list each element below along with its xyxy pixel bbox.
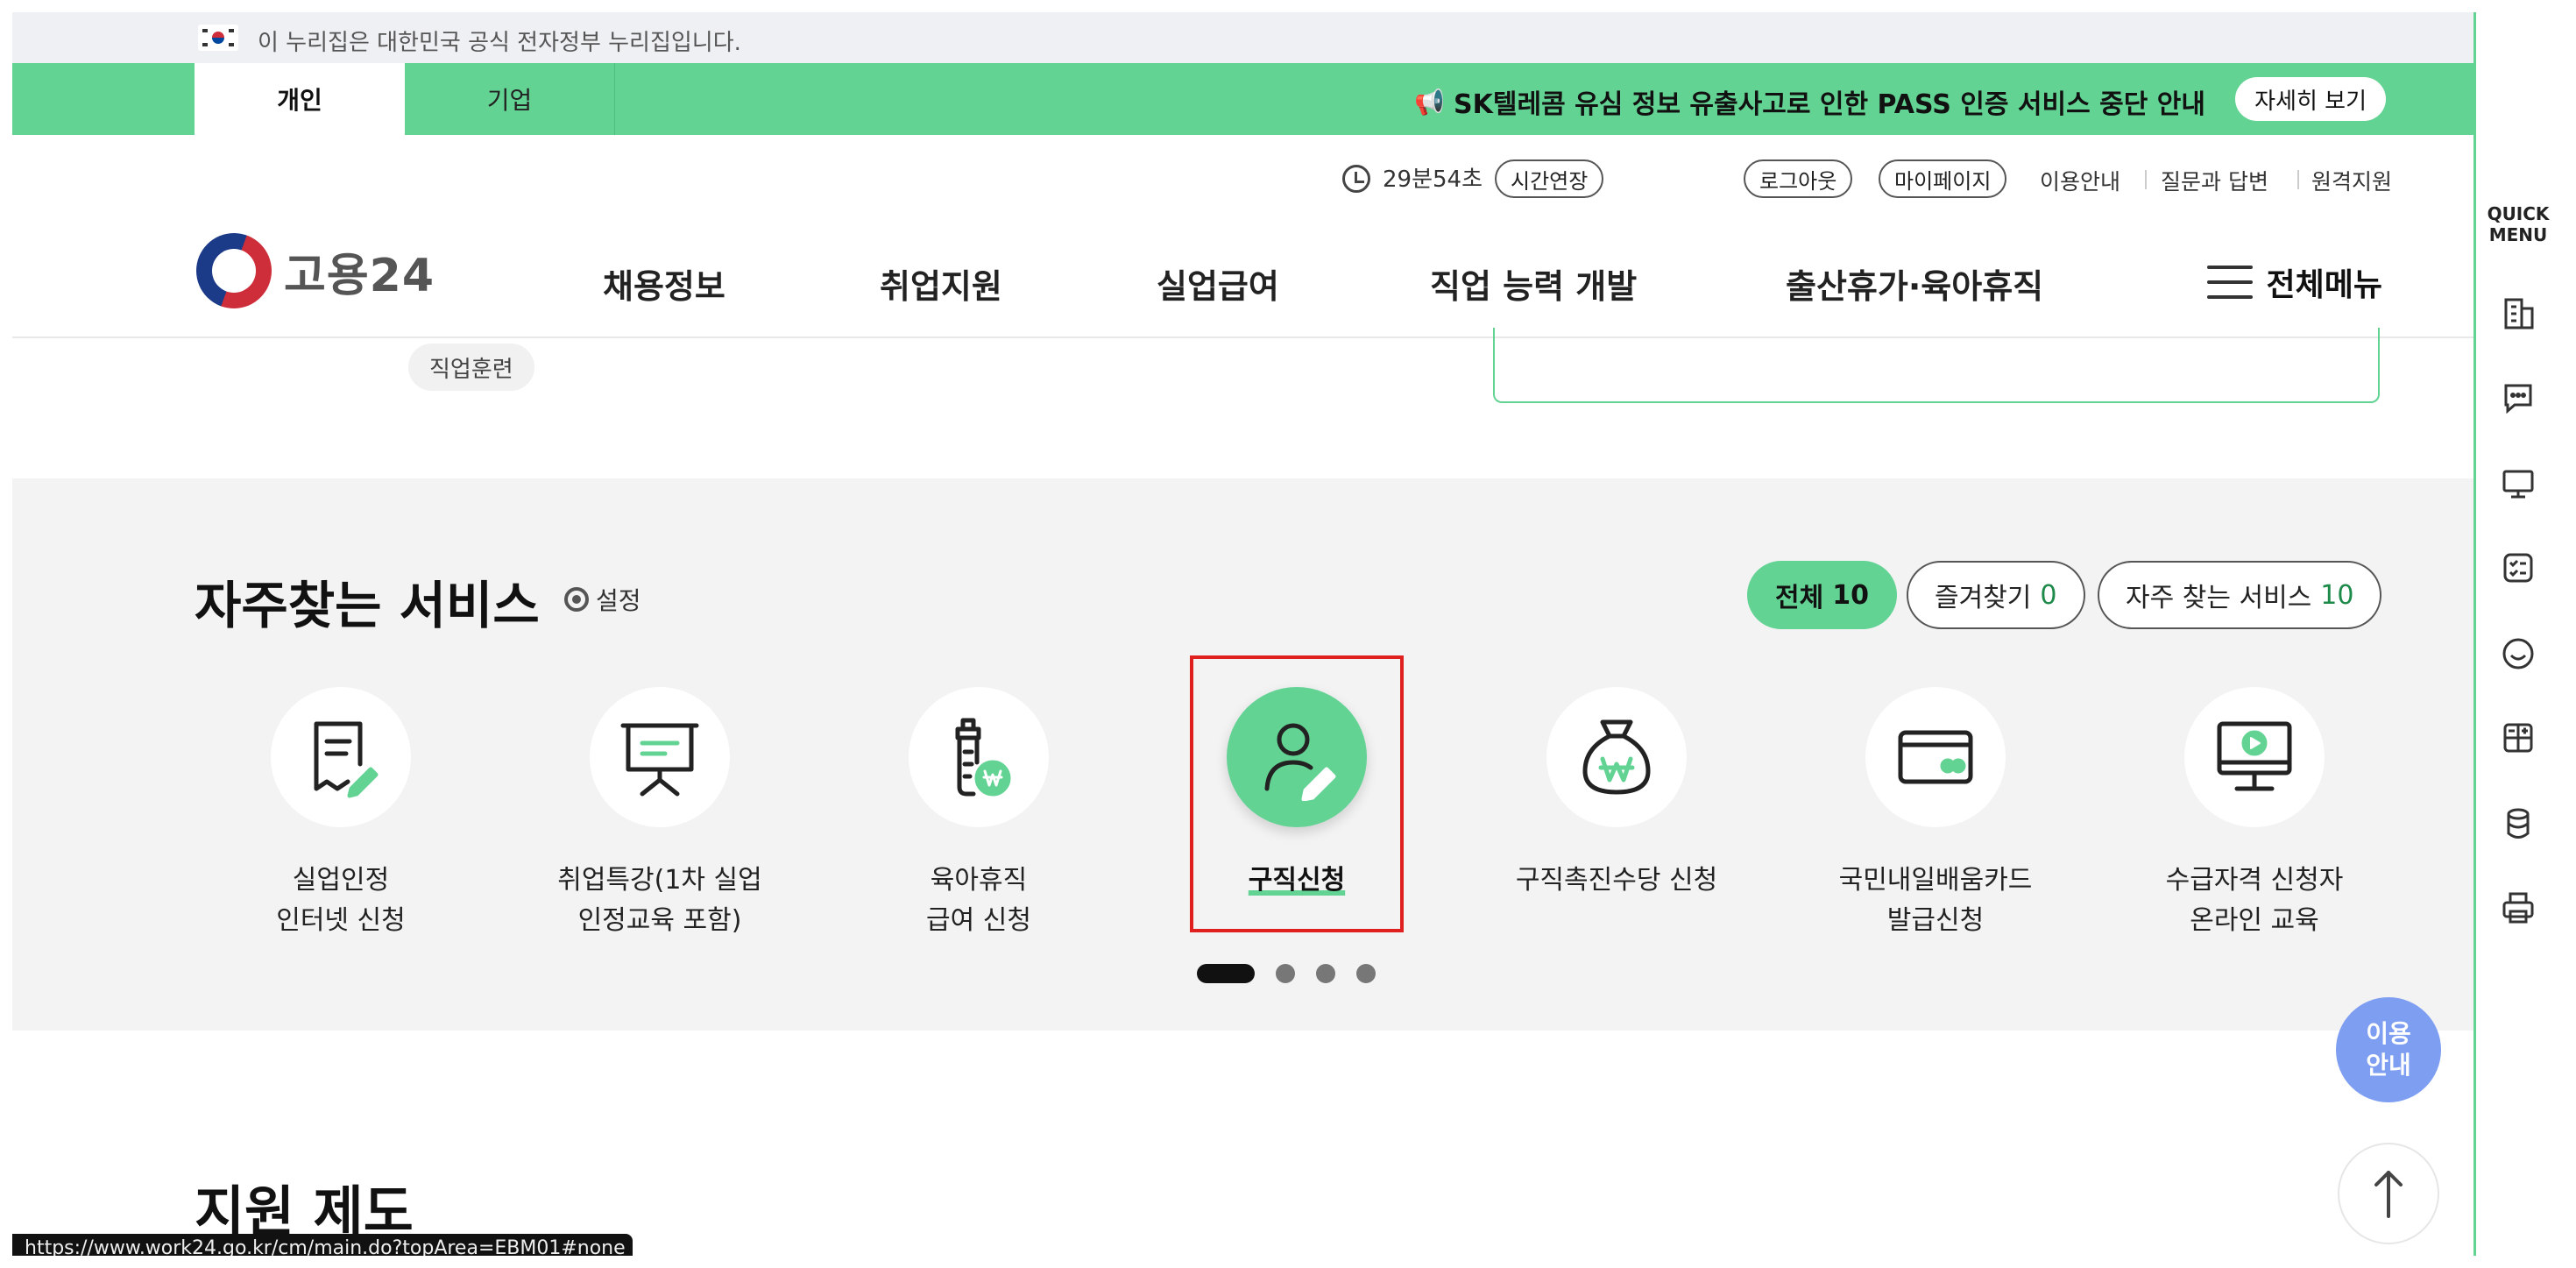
mypage-button[interactable]: 마이페이지 [1879, 159, 2007, 198]
gov-banner-text: 이 누리집은 대한민국 공식 전자정부 누리집입니다. [258, 30, 741, 56]
baby-bottle-won-icon [955, 718, 1011, 797]
service-icon-circle [590, 687, 730, 827]
nav-item-jobs[interactable]: 채용정보 [603, 259, 725, 308]
presentation-board-icon [620, 723, 699, 797]
service-icon-circle [271, 687, 411, 827]
filter-label: 자주 찾는 서비스 [2126, 583, 2312, 613]
checklist-icon[interactable] [2501, 550, 2536, 585]
monitor-play-icon [2217, 721, 2292, 791]
util-link-remote[interactable]: 원격지원 [2311, 165, 2392, 196]
gear-icon [564, 587, 589, 612]
filter-all[interactable]: 전체 10 [1747, 561, 1897, 629]
service-label: 수급자격 신청자 온라인 교육 [2165, 865, 2344, 936]
page: 이 누리집은 대한민국 공식 전자정부 누리집입니다. 개인 기업 📢 SK텔레… [12, 12, 2486, 1256]
service-label: 실업인정 인터넷 신청 [276, 865, 406, 936]
session-timer: 29분54초 [1383, 166, 1483, 193]
document-edit-icon [314, 721, 379, 798]
megaphone-icon: 📢 [1414, 87, 1446, 117]
filter-frequent[interactable]: 자주 찾는 서비스 10 [2098, 561, 2382, 629]
arrow-up-icon [2374, 1171, 2403, 1218]
service-job-seeking-allowance[interactable]: 구직촉진수당 신청 [1507, 687, 1726, 901]
smile-icon[interactable] [2501, 636, 2536, 671]
service-training-card[interactable]: 국민내일배움카드 발급신청 [1826, 687, 2045, 941]
nav-item-vocational-training[interactable]: 직업 능력 개발 [1430, 259, 1637, 308]
building-icon[interactable] [2501, 296, 2536, 331]
content-box [1493, 328, 2380, 403]
service-icon-circle [1546, 687, 1687, 827]
calculator-icon[interactable] [2501, 720, 2536, 755]
frequent-services-section: 자주찾는 서비스 설정 전체 10 즐겨찾기 0 자주 찾는 서비스 10 실업… [12, 478, 2486, 1031]
notice[interactable]: 📢 SK텔레콤 유심 정보 유출사고로 인한 PASS 인증 서비스 중단 안내 [1414, 82, 2205, 121]
notice-detail-button[interactable]: 자세히 보기 [2235, 77, 2386, 121]
filter-count: 10 [1832, 579, 1869, 611]
logout-button[interactable]: 로그아웃 [1744, 159, 1853, 198]
top-bar: 개인 기업 📢 SK텔레콤 유심 정보 유출사고로 인한 PASS 인증 서비스… [12, 63, 2486, 135]
notice-text: SK텔레콤 유심 정보 유출사고로 인한 PASS 인증 서비스 중단 안내 [1454, 89, 2205, 120]
service-employment-lecture[interactable]: 취업특강(1차 실업 인정교육 포함) [550, 687, 769, 941]
service-label: 국민내일배움카드 발급신청 [1838, 865, 2033, 936]
section-title: 자주찾는 서비스 [195, 576, 540, 635]
divider [2145, 170, 2147, 189]
service-icon-circle [909, 687, 1049, 827]
tag-vocational-training[interactable]: 직업훈련 [408, 344, 534, 391]
service-icon-circle [2184, 687, 2325, 827]
service-label: 구직촉진수당 신청 [1515, 865, 1718, 896]
selection-highlight [1190, 655, 1404, 932]
scroll-top-button[interactable] [2338, 1143, 2439, 1244]
util-link-faq[interactable]: 질문과 답변 [2161, 165, 2268, 196]
monitor-icon[interactable] [2501, 466, 2536, 501]
util-link-guide[interactable]: 이용안내 [2040, 165, 2120, 196]
settings-label: 설정 [596, 586, 641, 615]
logo-icon [196, 233, 272, 308]
service-icon-circle [1865, 687, 2006, 827]
filter-count: 10 [2320, 579, 2354, 611]
filter-label: 즐겨찾기 [1935, 583, 2032, 613]
guide-label: 이용 안내 [2366, 1019, 2411, 1080]
settings-button[interactable]: 설정 [564, 582, 641, 617]
status-bar-url: https://www.work24.go.kr/cm/main.do?topA… [12, 1234, 633, 1256]
printer-icon[interactable] [2501, 890, 2536, 925]
all-menu-label: 전체메뉴 [2266, 267, 2382, 303]
site-logo[interactable]: 고용24 [196, 233, 435, 308]
quick-menu-title: QUICK MENU [2487, 203, 2550, 245]
clock-icon [1342, 165, 1370, 193]
divider [2297, 170, 2299, 189]
carousel-dot-1[interactable] [1197, 964, 1255, 983]
nav-item-unemployment-benefits[interactable]: 실업급여 [1157, 259, 1279, 308]
filter-label: 전체 [1775, 583, 1824, 613]
filter-count: 0 [2040, 579, 2057, 611]
money-bag-icon [1582, 719, 1651, 795]
extend-time-button[interactable]: 시간연장 [1495, 159, 1604, 198]
database-icon[interactable] [2501, 806, 2536, 841]
tab-company[interactable]: 기업 [405, 63, 615, 135]
carousel-pagination [1197, 964, 1376, 983]
service-parental-leave-benefit[interactable]: 육아휴직 급여 신청 [869, 687, 1088, 941]
carousel-dot-2[interactable] [1276, 964, 1295, 983]
chat-bubble-icon[interactable] [2501, 380, 2536, 415]
hamburger-icon [2206, 266, 2253, 299]
quick-menu: QUICK MENU [2473, 12, 2558, 1256]
carousel-dot-4[interactable] [1356, 964, 1376, 983]
filter-favorites[interactable]: 즐겨찾기 0 [1907, 561, 2085, 629]
all-menu-button[interactable]: 전체메뉴 [2206, 259, 2382, 305]
nav-item-parental-leave[interactable]: 출산휴가·육아휴직 [1786, 259, 2043, 308]
service-label: 육아휴직 급여 신청 [926, 865, 1031, 936]
gov-banner: 이 누리집은 대한민국 공식 전자정부 누리집입니다. [12, 12, 2486, 63]
service-online-education[interactable]: 수급자격 신청자 온라인 교육 [2145, 687, 2364, 941]
service-unemployment-recognition[interactable]: 실업인정 인터넷 신청 [231, 687, 450, 941]
tab-personal[interactable]: 개인 [195, 63, 405, 135]
card-icon [1898, 730, 1973, 784]
usage-guide-button[interactable]: 이용 안내 [2336, 997, 2441, 1102]
korean-flag-icon [198, 25, 238, 51]
nav-item-employment-support[interactable]: 취업지원 [880, 259, 1002, 308]
logo-text: 고용24 [284, 249, 435, 302]
service-label: 취업특강(1차 실업 인정교육 포함) [557, 865, 762, 936]
carousel-dot-3[interactable] [1316, 964, 1335, 983]
